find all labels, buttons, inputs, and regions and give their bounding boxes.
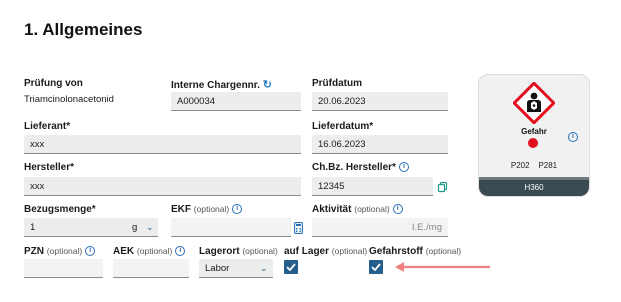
bezugsmenge-value: 1 <box>30 222 36 233</box>
ekf-label: EKF (optional) i <box>171 204 243 215</box>
hazard-card: Gefahr i P202 P281 H360 <box>478 74 590 197</box>
auflager-label: auf Lager (optional) <box>284 246 368 257</box>
aktivitaet-label: Aktivität (optional) i <box>312 204 403 215</box>
charge-input[interactable]: A000034 <box>171 92 301 111</box>
section-title: 1. Allgemeines <box>24 20 143 39</box>
pzn-label: PZN (optional) i <box>24 246 96 257</box>
pzn-input[interactable] <box>24 259 103 278</box>
aktivitaet-input[interactable]: I.E./mg <box>312 218 448 237</box>
pruefdatum-label: Prüfdatum <box>312 78 362 89</box>
checkmark-icon <box>371 263 381 272</box>
info-icon[interactable]: i <box>175 246 186 257</box>
info-icon[interactable]: i <box>85 246 96 257</box>
ekf-input[interactable] <box>171 218 291 237</box>
bezugsmenge-label: Bezugsmenge* <box>24 204 96 215</box>
aek-input[interactable] <box>113 259 189 278</box>
health-hazard-icon <box>512 81 556 129</box>
copy-icon[interactable] <box>437 180 449 198</box>
info-icon[interactable]: i <box>232 204 243 215</box>
signal-dot <box>528 138 538 148</box>
chevron-down-icon[interactable]: ⌄ <box>260 259 268 278</box>
info-icon[interactable]: i <box>392 204 403 215</box>
lieferdatum-label: Lieferdatum* <box>312 121 374 132</box>
calculator-icon[interactable] <box>294 221 303 239</box>
chbz-input[interactable]: 12345 <box>312 177 433 196</box>
lieferant-input[interactable]: xxx <box>24 135 301 154</box>
lagerort-value: Labor <box>205 263 230 274</box>
chbz-label: Ch.Bz. Hersteller* i <box>312 162 409 173</box>
checkmark-icon <box>286 263 296 272</box>
bezugsmenge-input[interactable]: 1 g ⌄ <box>24 218 158 237</box>
chevron-down-icon[interactable]: ⌄ <box>146 218 154 237</box>
annotation-arrow <box>394 260 492 279</box>
gefahrstoff-label: Gefahrstoff (optional) <box>369 246 462 257</box>
aek-label: AEK (optional) i <box>113 246 186 257</box>
info-icon[interactable]: i <box>398 162 409 173</box>
charge-label: Interne Chargennr. ↻ <box>171 79 272 91</box>
p-code: P202 <box>510 161 530 170</box>
info-icon[interactable]: i <box>568 128 578 146</box>
pruefung-value: Triamcinolonacetonid <box>24 94 114 105</box>
h-code: H360 <box>479 180 589 196</box>
lieferdatum-input[interactable]: 16.06.2023 <box>312 135 448 154</box>
pruefdatum-input[interactable]: 20.06.2023 <box>312 92 448 111</box>
bezugsmenge-unit: g <box>132 222 138 233</box>
lagerort-select[interactable]: Labor ⌄ <box>199 259 273 278</box>
lagerort-label: Lagerort (optional) <box>199 246 278 257</box>
lieferant-label: Lieferant* <box>24 121 71 132</box>
history-icon[interactable]: ↻ <box>263 79 272 91</box>
hersteller-input[interactable]: xxx <box>24 177 301 196</box>
p-code: P281 <box>538 161 558 170</box>
auflager-checkbox[interactable] <box>284 260 298 274</box>
hersteller-label: Hersteller* <box>24 162 75 173</box>
pruefung-label: Prüfung von <box>24 78 83 89</box>
p-codes: P202 P281 <box>479 161 589 170</box>
gefahrstoff-checkbox[interactable] <box>369 260 383 274</box>
